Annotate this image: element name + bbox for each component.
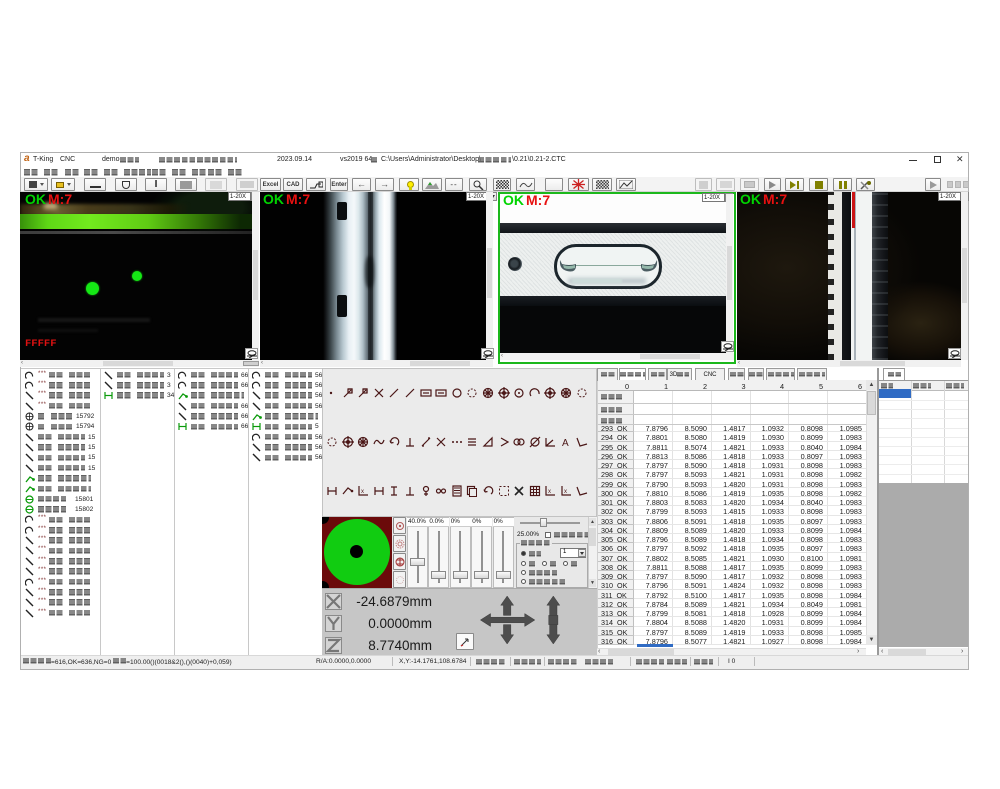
svg-text:A: A <box>562 438 569 448</box>
svg-text:x: x <box>564 489 567 495</box>
svg-text:x: x <box>361 489 364 495</box>
svg-text:x: x <box>548 489 551 495</box>
